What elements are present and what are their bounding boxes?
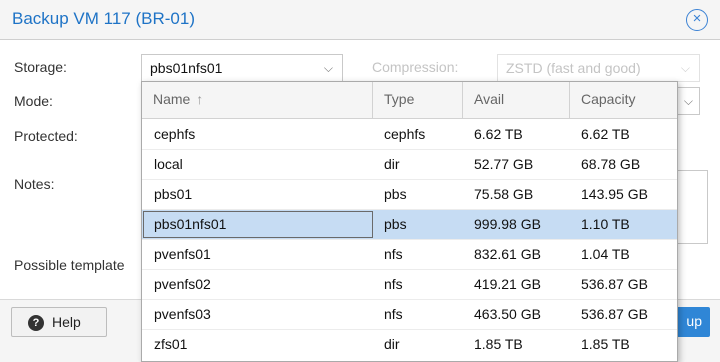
compression-value: ZSTD (fast and good) (506, 60, 641, 76)
column-header-label: Type (384, 91, 415, 107)
chevron-down-icon[interactable]: ⌵ (324, 61, 333, 76)
protected-label: Protected: (14, 128, 78, 144)
cell-type: dir (384, 336, 400, 352)
notes-label: Notes: (14, 176, 55, 192)
cell-type: nfs (384, 306, 403, 322)
cell-capacity: 536.87 GB (581, 276, 648, 292)
cell-type: pbs (384, 216, 407, 232)
cell-capacity: 6.62 TB (581, 126, 630, 142)
backup-dialog: Backup VM 117 (BR-01) × Storage: Mode: P… (0, 0, 720, 362)
cell-name: pbs01nfs01 (154, 216, 227, 232)
column-header-type[interactable]: Type (373, 82, 463, 119)
chevron-down-icon[interactable]: ⌵ (684, 94, 693, 109)
column-header-label: Name (153, 91, 191, 107)
help-icon: ? (28, 315, 44, 331)
column-header-avail[interactable]: Avail (463, 82, 570, 119)
cell-capacity: 1.85 TB (581, 336, 630, 352)
backup-label: up (686, 313, 702, 329)
column-header-label: Capacity (581, 91, 636, 107)
table-row[interactable]: pvenfs02 nfs 419.21 GB 536.87 GB (142, 270, 677, 300)
cell-avail: 419.21 GB (474, 276, 541, 292)
compression-label: Compression: (372, 59, 459, 75)
cell-type: nfs (384, 276, 403, 292)
cell-type: nfs (384, 246, 403, 262)
cell-avail: 999.98 GB (474, 216, 541, 232)
cell-avail: 6.62 TB (474, 126, 523, 142)
mode-label: Mode: (14, 93, 53, 109)
table-row[interactable]: cephfs cephfs 6.62 TB 6.62 TB (142, 120, 677, 150)
cell-name: cephfs (154, 126, 196, 142)
help-label: Help (52, 314, 81, 330)
cell-avail: 1.85 TB (474, 336, 523, 352)
storage-dropdown-grid: Name ↑ Type Avail Capacity cephfs cephfs… (141, 81, 678, 362)
cell-avail: 463.50 GB (474, 306, 541, 322)
storage-value: pbs01nfs01 (150, 60, 223, 76)
chevron-down-icon: ⌵ (680, 61, 690, 75)
cell-name: pvenfs03 (154, 306, 211, 322)
cell-capacity: 1.04 TB (581, 246, 630, 262)
table-row[interactable]: pvenfs03 nfs 463.50 GB 536.87 GB (142, 300, 677, 330)
table-row[interactable]: pbs01 pbs 75.58 GB 143.95 GB (142, 180, 677, 210)
sort-ascending-icon: ↑ (196, 91, 204, 107)
help-button[interactable]: ? Help (11, 307, 107, 337)
cell-avail: 52.77 GB (474, 156, 534, 172)
cell-type: pbs (384, 186, 407, 202)
cell-name: pvenfs02 (154, 276, 211, 292)
close-icon[interactable]: × (686, 9, 708, 31)
cell-name: local (154, 156, 183, 172)
storage-label: Storage: (14, 59, 67, 75)
table-row[interactable]: local dir 52.77 GB 68.78 GB (142, 150, 677, 180)
dialog-title: Backup VM 117 (BR-01) (12, 9, 195, 28)
cell-type: cephfs (384, 126, 426, 142)
cell-capacity: 1.10 TB (581, 216, 630, 232)
grid-header: Name ↑ Type Avail Capacity (142, 82, 677, 119)
dialog-titlebar: Backup VM 117 (BR-01) × (0, 0, 720, 40)
column-header-capacity[interactable]: Capacity (570, 82, 677, 119)
table-row-selected[interactable]: pbs01nfs01 pbs 999.98 GB 1.10 TB (142, 210, 677, 240)
column-header-name[interactable]: Name ↑ (142, 82, 373, 119)
cell-capacity: 68.78 GB (581, 156, 641, 172)
table-row[interactable]: zfs01 dir 1.85 TB 1.85 TB (142, 330, 677, 360)
cell-name: pvenfs01 (154, 246, 211, 262)
cell-type: dir (384, 156, 400, 172)
compression-select[interactable]: ZSTD (fast and good) ⌵ (497, 54, 700, 82)
cell-name: pbs01 (154, 186, 193, 202)
cell-capacity: 536.87 GB (581, 306, 648, 322)
cell-name: zfs01 (154, 336, 188, 352)
column-header-label: Avail (474, 91, 505, 107)
template-label: Possible template (14, 257, 125, 273)
cell-capacity: 143.95 GB (581, 186, 648, 202)
cell-avail: 75.58 GB (474, 186, 534, 202)
storage-select[interactable]: pbs01nfs01 ⌵ (141, 54, 343, 82)
cell-avail: 832.61 GB (474, 246, 541, 262)
table-row[interactable]: pvenfs01 nfs 832.61 GB 1.04 TB (142, 240, 677, 270)
